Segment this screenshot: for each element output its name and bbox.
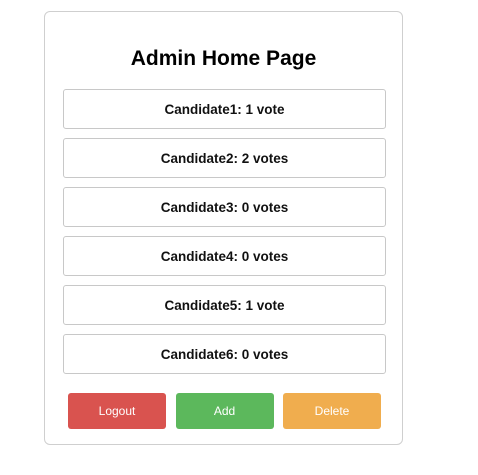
candidate-row-1: Candidate1: 1 vote — [63, 89, 386, 129]
add-button[interactable]: Add — [175, 393, 274, 429]
action-buttons: Logout Add Delete — [68, 393, 381, 429]
candidate-list: Candidate1: 1 vote Candidate2: 2 votes C… — [63, 89, 386, 383]
candidate-row-6: Candidate6: 0 votes — [63, 334, 386, 374]
candidate-row-3: Candidate3: 0 votes — [63, 187, 386, 227]
candidate-row-4: Candidate4: 0 votes — [63, 236, 386, 276]
candidate-row-2: Candidate2: 2 votes — [63, 138, 386, 178]
admin-card: Admin Home Page Candidate1: 1 vote Candi… — [44, 11, 403, 445]
page-title: Admin Home Page — [130, 47, 317, 70]
candidate-row-5: Candidate5: 1 vote — [63, 285, 386, 325]
delete-button[interactable]: Delete — [283, 393, 381, 429]
logout-button[interactable]: Logout — [68, 393, 166, 429]
